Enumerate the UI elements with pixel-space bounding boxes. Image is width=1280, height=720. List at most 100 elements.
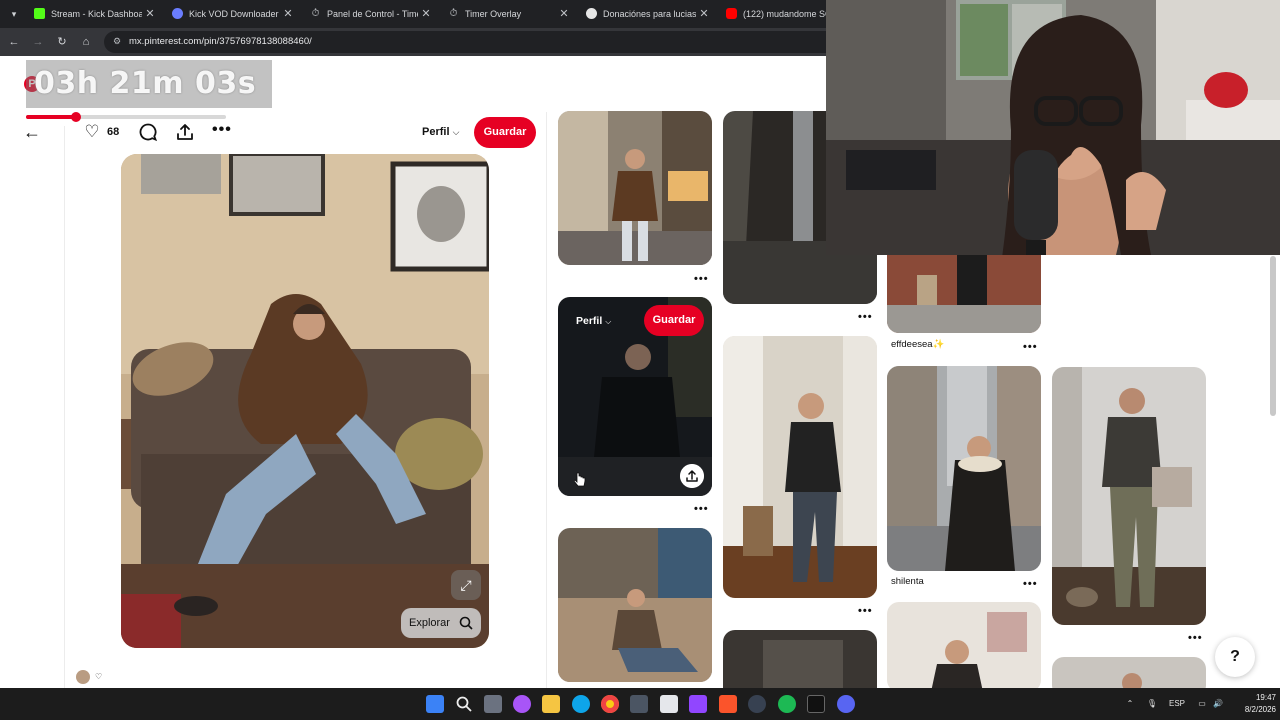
webcam-feed [826,0,1280,255]
tab-title: Panel de Control - Timer [327,9,418,19]
more-options-icon[interactable]: ••• [1188,633,1203,644]
tab-search-icon[interactable]: ▾ [6,6,22,22]
grid-pin-hovered[interactable]: Perfil ⌵ Guardar [558,297,712,496]
hand-cursor-icon [574,472,586,487]
twitch-icon[interactable] [689,695,707,713]
main-pin-image[interactable]: ⤢ Explorar [121,154,489,648]
timer-progress-fill [26,115,76,119]
photo-brick-wall [887,255,1041,333]
tab-title: Kick VOD Downloader - St [189,9,280,19]
chevron-down-icon: ⌵ [452,127,460,137]
grid-pin[interactable] [558,528,712,682]
explore-button[interactable]: Explorar [401,608,481,638]
close-tab-icon[interactable]: ✕ [282,2,294,26]
expand-icon[interactable]: ⤢ [451,570,481,600]
more-options-icon[interactable]: ••• [694,504,709,515]
more-options-icon[interactable]: ••• [1023,342,1038,353]
copilot-icon[interactable] [513,695,531,713]
url-text: mx.pinterest.com/pin/375769781380884​60/ [129,36,312,47]
search-icon[interactable] [455,695,473,713]
tab-youtube[interactable]: (122) mudandome SOLA [722,2,826,26]
tab-title: (122) mudandome SOLA [743,9,826,19]
tab-title: Stream - Kick Dashboard [51,9,142,19]
home-icon[interactable]: ⌂ [78,34,94,50]
timer-progress-knob [71,112,81,122]
tab-panel-de-control[interactable]: ⏱ Panel de Control - Timer ✕ [306,2,436,26]
terminal-icon[interactable] [807,695,825,713]
vod-downloader-icon [172,8,183,19]
brave-icon[interactable] [719,695,737,713]
spotify-icon[interactable] [778,695,796,713]
hover-save-button[interactable]: Guardar [644,305,704,336]
avatar[interactable] [76,670,90,684]
grid-pin[interactable] [887,255,1041,333]
photo-city-shearling [887,366,1041,571]
like-count: 68 [107,126,120,138]
discord-icon[interactable] [837,695,855,713]
grid-pin[interactable] [558,111,712,265]
more-options-icon[interactable]: ••• [858,606,873,617]
grid-pin[interactable] [887,602,1041,688]
visual-search-icon [459,616,473,630]
youtube-icon [726,8,737,19]
grid-pin[interactable] [1052,657,1206,688]
clock[interactable]: 19:47 8/2/2026 [1228,692,1276,716]
volume-icon[interactable]: 🔊 [1212,696,1224,712]
photo-portrait-room [887,602,1041,688]
close-tab-icon[interactable]: ✕ [698,2,710,26]
explore-label: Explorar [409,617,450,629]
tab-kick-dashboard[interactable]: Stream - Kick Dashboard ✕ [30,2,160,26]
edge-icon[interactable] [572,695,590,713]
grid-pin[interactable] [1052,367,1206,625]
reload-icon[interactable]: ↻ [54,34,70,50]
more-options-icon[interactable]: ••• [212,122,234,142]
heart-icon[interactable]: ♡ [82,122,102,142]
tray-overflow-icon[interactable]: ⌃ [1124,696,1136,712]
close-tab-icon[interactable]: ✕ [144,2,156,26]
divider [546,112,547,688]
obs-icon[interactable] [748,695,766,713]
tab-timer-overlay[interactable]: ⏱ Timer Overlay ✕ [444,2,574,26]
close-tab-icon[interactable]: ✕ [558,2,570,26]
tab-kick-vod-downloader[interactable]: Kick VOD Downloader - St ✕ [168,2,298,26]
grid-pin[interactable] [723,630,877,688]
forward-nav-icon[interactable]: → [30,34,46,50]
more-options-icon[interactable]: ••• [1023,579,1038,590]
photo-street-jacket [558,111,712,265]
hover-profile-dropdown[interactable]: Perfil ⌵ [576,313,611,330]
more-options-icon[interactable]: ••• [694,274,709,285]
language-indicator[interactable]: ESP [1166,696,1188,712]
site-info-icon[interactable]: ⚙ [113,35,125,47]
grid-pin[interactable] [723,336,877,598]
pin-author[interactable]: effdeesea✨ [891,339,944,351]
photo-man-couch-window [558,528,712,682]
tab-donaciones[interactable]: Donaciónes para luciasv ✕ [582,2,714,26]
windows-start-icon[interactable] [426,695,444,713]
timer-icon: ⏱ [449,8,458,19]
screen: ▾ Stream - Kick Dashboard ✕ Kick VOD Dow… [0,0,1280,720]
more-options-icon[interactable]: ••• [858,312,873,323]
save-button[interactable]: Guardar [474,117,536,148]
tab-title: Timer Overlay [465,9,522,19]
back-arrow-icon[interactable]: ← [20,120,44,144]
comment-icon[interactable] [138,122,158,142]
hover-profile-label: Perfil [576,315,603,327]
scrollbar[interactable] [1270,256,1276,416]
store-icon[interactable] [630,695,648,713]
help-button[interactable]: ? [1215,637,1255,677]
pin-author[interactable]: shilenta [891,576,924,588]
chrome-icon[interactable] [601,695,619,713]
share-icon[interactable] [175,122,195,142]
microphone-icon[interactable]: 🎙 [1146,696,1158,712]
task-view-icon[interactable] [484,695,502,713]
file-explorer-icon[interactable] [542,695,560,713]
timer-overlay: 03h 21m 03s [26,60,272,108]
board-profile-dropdown[interactable]: Perfil ⌵ [422,122,459,142]
app-icon[interactable] [660,695,678,713]
back-nav-icon[interactable]: ← [6,34,22,50]
close-tab-icon[interactable]: ✕ [420,2,432,26]
grid-pin[interactable] [887,366,1041,571]
share-icon[interactable] [680,464,704,488]
heart-icon[interactable]: ♡ [95,670,102,684]
network-icon[interactable]: ▭ [1196,696,1208,712]
